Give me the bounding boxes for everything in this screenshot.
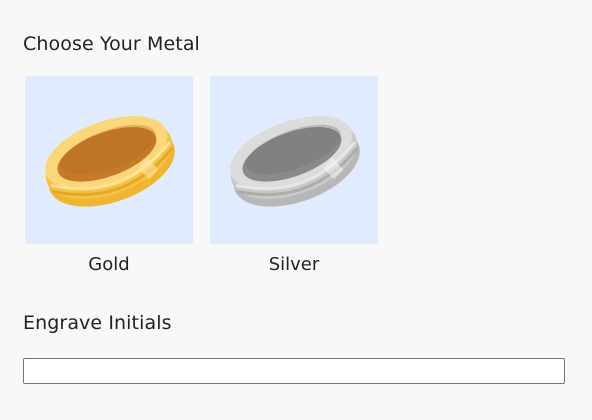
metal-option-gold[interactable]: Gold bbox=[25, 76, 193, 274]
silver-ring-icon bbox=[230, 116, 360, 207]
gold-label: Gold bbox=[88, 254, 130, 275]
engrave-initials-heading: Engrave Initials bbox=[23, 312, 172, 334]
silver-label: Silver bbox=[268, 254, 320, 275]
gold-swatch[interactable] bbox=[25, 76, 193, 244]
metal-options: Gold Silver bbox=[25, 76, 378, 274]
metal-option-silver[interactable]: Silver bbox=[210, 76, 378, 274]
choose-metal-heading: Choose Your Metal bbox=[23, 33, 200, 55]
gold-ring-icon bbox=[45, 116, 175, 207]
silver-swatch[interactable] bbox=[210, 76, 378, 244]
initials-input[interactable] bbox=[23, 358, 565, 384]
